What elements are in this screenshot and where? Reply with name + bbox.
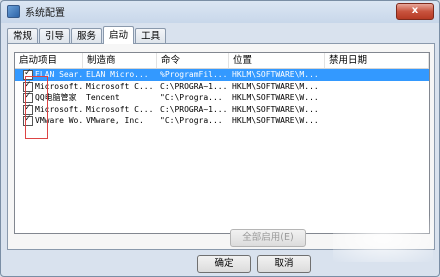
- header-date-disabled[interactable]: 禁用日期: [325, 53, 429, 68]
- table-row[interactable]: VMware Wo... VMware, Inc. "C:\Progra... …: [15, 115, 429, 127]
- date-disabled-cell: [325, 115, 429, 127]
- tab-tools[interactable]: 工具: [135, 28, 167, 44]
- close-button[interactable]: x: [396, 3, 434, 20]
- location-cell: HKLM\SOFTWARE\W...: [232, 116, 319, 125]
- command-cell: C:\PROGRA~1...: [160, 104, 228, 114]
- date-disabled-cell: [325, 69, 429, 81]
- location-cell: HKLM\SOFTWARE\M...: [232, 70, 319, 79]
- date-disabled-cell: [325, 104, 429, 116]
- enable-all-button[interactable]: 全部启用(E): [230, 229, 306, 247]
- command-cell: "C:\Progra...: [160, 116, 223, 125]
- table-row[interactable]: Microsoft... Microsoft C... C:\PROGRA~1.…: [15, 104, 429, 116]
- window-title: 系统配置: [25, 7, 65, 19]
- list-header: 启动项目 制造商 命令 位置 禁用日期: [15, 53, 429, 69]
- startup-list[interactable]: 启动项目 制造商 命令 位置 禁用日期 ELAN Sear... ELAN Mi…: [14, 52, 430, 234]
- date-disabled-cell: [325, 81, 429, 93]
- manufacturer-cell: Microsoft C...: [86, 104, 154, 114]
- location-cell: HKLM\SOFTWARE\W...: [232, 104, 319, 114]
- tab-startup[interactable]: 启动: [103, 26, 135, 44]
- command-cell: "C:\Progra...: [160, 93, 223, 102]
- manufacturer-cell: ELAN Micro...: [86, 70, 149, 79]
- system-config-window: 系统配置 x 常规 引导 服务 启动 工具 启动项目 制造商 命令 位置 禁用日…: [0, 0, 440, 277]
- table-row[interactable]: Microsoft... Microsoft C... C:\PROGRA~1.…: [15, 81, 429, 93]
- checkbox-highlight-box: [25, 76, 48, 139]
- tab-bar: 常规 引导 服务 启动 工具: [7, 26, 167, 44]
- tab-general[interactable]: 常规: [7, 28, 39, 44]
- command-cell: C:\PROGRA~1...: [160, 81, 228, 91]
- header-startup-item[interactable]: 启动项目: [15, 53, 83, 68]
- date-disabled-cell: [325, 92, 429, 104]
- manufacturer-cell: VMware, Inc.: [86, 116, 144, 125]
- header-manufacturer[interactable]: 制造商: [83, 53, 157, 68]
- tab-boot[interactable]: 引导: [39, 28, 71, 44]
- watermark-overlay: [333, 216, 433, 262]
- location-cell: HKLM\SOFTWARE\M...: [232, 81, 319, 91]
- command-cell: %ProgramFil...: [160, 70, 228, 79]
- location-cell: HKLM\SOFTWARE\W...: [232, 93, 319, 102]
- header-location[interactable]: 位置: [229, 53, 325, 68]
- tab-services[interactable]: 服务: [71, 28, 103, 44]
- title-bar: 系统配置 x: [1, 1, 439, 21]
- table-row[interactable]: QQ电脑管家 Tencent "C:\Progra... HKLM\SOFTWA…: [15, 92, 429, 104]
- table-row[interactable]: ELAN Sear... ELAN Micro... %ProgramFil..…: [15, 69, 429, 81]
- cancel-button[interactable]: 取消: [257, 255, 311, 273]
- manufacturer-cell: Tencent: [86, 93, 120, 102]
- app-icon: [7, 4, 20, 18]
- header-command[interactable]: 命令: [157, 53, 229, 68]
- manufacturer-cell: Microsoft C...: [86, 81, 154, 91]
- ok-button[interactable]: 确定: [197, 255, 251, 273]
